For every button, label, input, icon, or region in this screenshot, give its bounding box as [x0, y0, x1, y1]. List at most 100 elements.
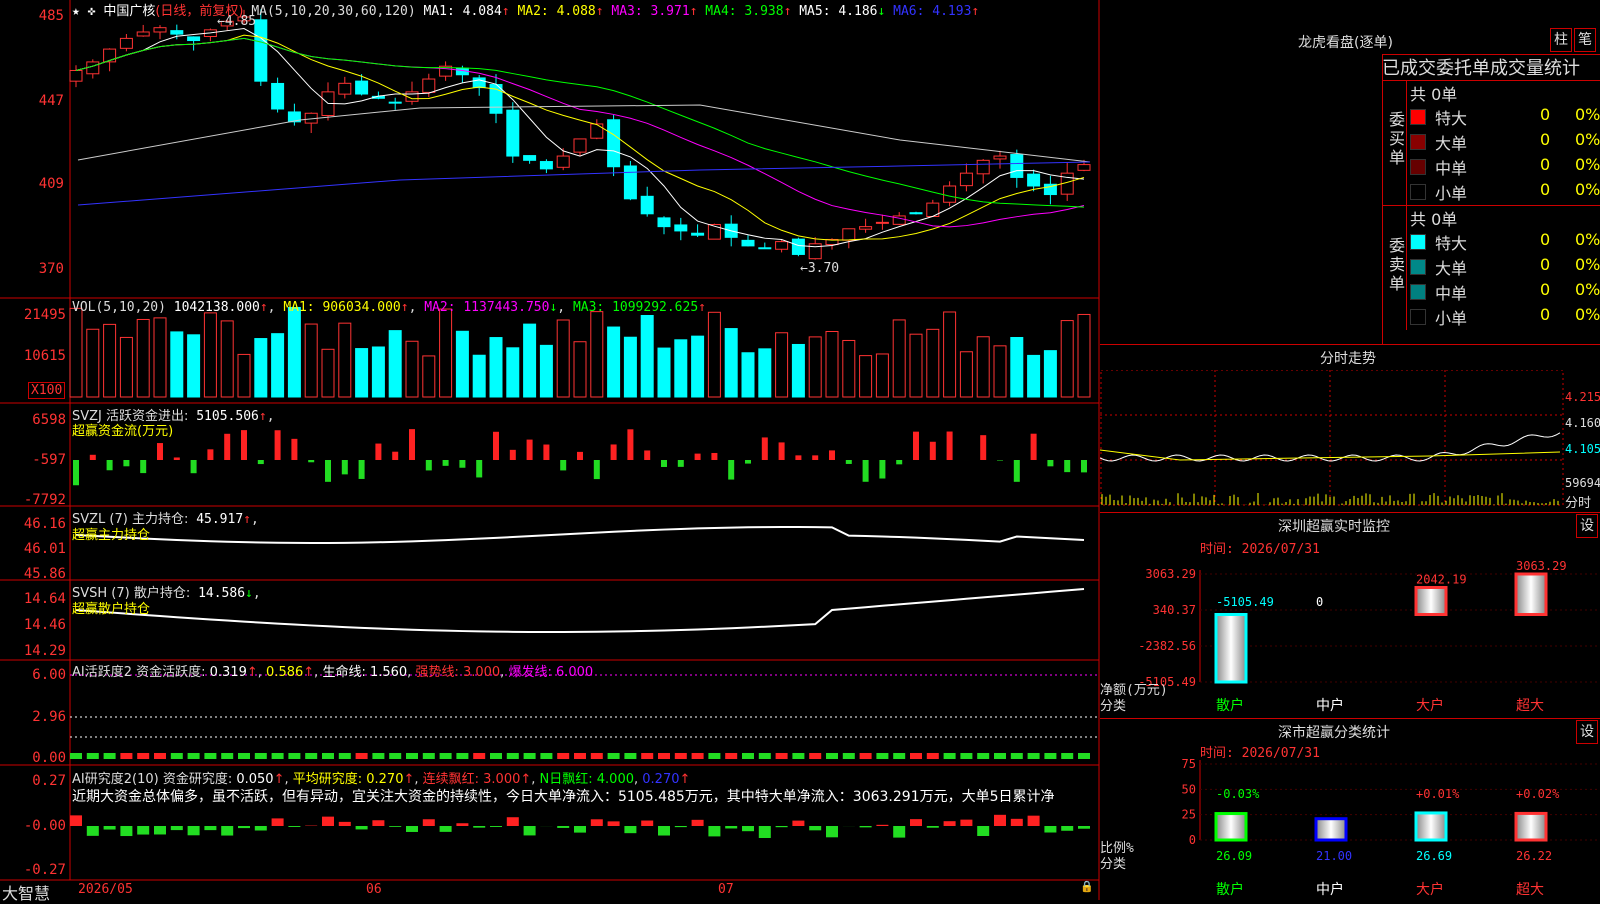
- ma-value: MA6: 4.193: [885, 4, 971, 19]
- sz-monitor-settings-button[interactable]: 设: [1576, 514, 1598, 538]
- ma-value: MA4: 3.938: [697, 4, 783, 19]
- activity-bar: [708, 753, 720, 759]
- period-label[interactable]: (日线，前复权): [155, 4, 243, 19]
- activity-bar: [977, 753, 989, 759]
- flow-bar: [695, 454, 701, 460]
- candle-body: [759, 248, 771, 249]
- flow-bar: [392, 452, 398, 460]
- fund-flow-bars: [73, 429, 1087, 485]
- candle-body: [960, 173, 972, 185]
- bar-mode-button[interactable]: 柱: [1550, 28, 1572, 52]
- order-label: 小单: [1435, 305, 1467, 329]
- research-bar: [557, 826, 569, 828]
- svzj-y-tick: -7792: [10, 492, 66, 508]
- category-tick: 大户: [1416, 697, 1444, 714]
- volume-bar: [624, 337, 636, 397]
- volume-bar: [154, 318, 166, 397]
- star-icon[interactable]: ★: [72, 4, 80, 19]
- intraday-sub: 分时: [1565, 492, 1591, 511]
- value-label: 26.09: [1216, 849, 1252, 863]
- candle-body: [843, 229, 855, 240]
- time-label: 时间: 2026/07/31: [1200, 746, 1320, 761]
- volume-bar: [994, 346, 1006, 397]
- volume-bar: [87, 329, 99, 397]
- research-bar: [658, 826, 670, 836]
- volume-bar: [238, 354, 250, 397]
- buy-total: 共 0单: [1410, 81, 1457, 105]
- main-position-line: [76, 527, 1084, 543]
- research-bar: [120, 826, 132, 836]
- flow-bar: [1047, 460, 1053, 466]
- volume-bar: [473, 355, 485, 397]
- y-tick: 50: [1182, 782, 1196, 796]
- flow-bar: [459, 460, 465, 468]
- activity-bar: [120, 753, 132, 759]
- stock-name[interactable]: 中国广核: [103, 4, 155, 19]
- volume-bar: [524, 324, 536, 397]
- flow-bar: [191, 460, 197, 473]
- intraday-chart[interactable]: [1100, 370, 1600, 510]
- svzl-y-tick: 46.01: [10, 541, 66, 557]
- pin-icon[interactable]: ✜: [88, 4, 96, 19]
- activity-bar: [305, 753, 317, 759]
- activity-bar: [675, 753, 687, 759]
- order-pct: 0%: [1575, 155, 1600, 174]
- brand-logo: 大智慧: [2, 880, 50, 904]
- volume-bar: [692, 336, 704, 397]
- volume-bar: [204, 313, 216, 397]
- y-tick: 0: [1189, 833, 1196, 847]
- volume-bar: [574, 342, 586, 397]
- activity-bar: [456, 753, 468, 759]
- candle-body: [137, 32, 149, 36]
- candle-body: [356, 81, 368, 94]
- category-bar: [1516, 813, 1546, 840]
- activity-bar: [725, 753, 737, 759]
- candle-body: [70, 70, 82, 81]
- flow-bar: [308, 460, 314, 462]
- volume-bar: [591, 312, 603, 397]
- activity-bar: [893, 753, 905, 759]
- flow-bar: [527, 440, 533, 460]
- svzl-y-tick: 46.16: [10, 516, 66, 532]
- order-label: 中单: [1435, 155, 1467, 179]
- y-tick: 3063.29: [1145, 567, 1196, 581]
- order-label: 特大: [1435, 230, 1467, 254]
- volume-bar: [356, 349, 368, 397]
- research-bar: [759, 826, 771, 838]
- volume-bar: [944, 312, 956, 397]
- svsh-subtitle: 超赢散户持仓: [72, 598, 150, 617]
- flow-bar: [426, 460, 432, 470]
- y-tick: 370: [24, 261, 64, 277]
- lock-icon[interactable]: 🔒: [1080, 880, 1094, 893]
- candle-body: [339, 83, 351, 94]
- svzj-y-tick: 6598: [10, 412, 66, 428]
- chart-area[interactable]: ←4.85 ←3.70: [0, 0, 1100, 900]
- activity-bar: [322, 753, 334, 759]
- tick-mode-button[interactable]: 笔: [1574, 28, 1596, 52]
- ai2-y-tick: -0.27: [10, 862, 66, 878]
- vol-unit-badge[interactable]: X100: [28, 382, 65, 399]
- research-bar: [507, 817, 519, 826]
- research-bar: [994, 815, 1006, 826]
- volume-bar: [339, 323, 351, 397]
- candle-body: [171, 31, 183, 34]
- activity-bar: [372, 753, 384, 759]
- activity-bars: [70, 753, 1090, 759]
- activity-bar: [624, 753, 636, 759]
- flow-bar: [779, 442, 785, 460]
- flow-bar: [375, 444, 381, 460]
- research-bar: [624, 826, 636, 833]
- activity-bar: [994, 753, 1006, 759]
- volume-bar: [1044, 351, 1056, 397]
- category-bar: [1316, 819, 1346, 840]
- research-bar: [524, 826, 536, 835]
- activity-bar: [221, 753, 233, 759]
- research-bar: [708, 826, 720, 836]
- volume-bar: [255, 339, 267, 397]
- sz-class-settings-button[interactable]: 设: [1576, 720, 1598, 744]
- volume-bar: [826, 332, 838, 397]
- flow-bar: [174, 457, 180, 460]
- ai2-avg: 平均研究度: 0.270: [293, 772, 404, 787]
- vol-title: VOL(5,10,20): [72, 300, 166, 315]
- order-label: 中单: [1435, 280, 1467, 304]
